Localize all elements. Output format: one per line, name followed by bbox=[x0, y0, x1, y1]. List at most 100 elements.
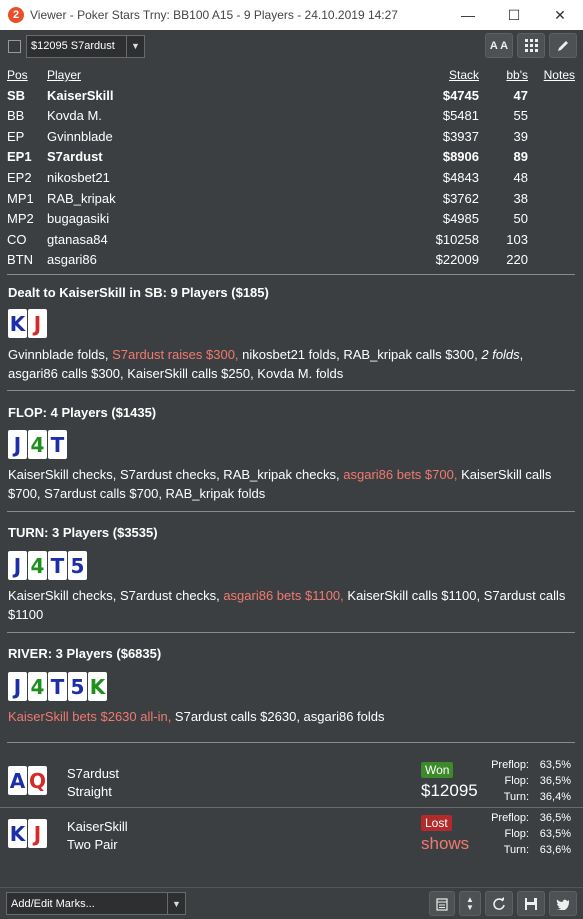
twitter-icon bbox=[556, 899, 569, 910]
chevron-down-icon[interactable]: ▼ bbox=[167, 893, 185, 914]
row-pos: BB bbox=[7, 108, 25, 124]
row-pos: SB bbox=[7, 87, 26, 103]
stepper-button[interactable]: ▲ ▼ bbox=[459, 891, 481, 916]
row-pos: EP1 bbox=[7, 149, 32, 165]
row-bbs: 220 bbox=[506, 252, 528, 268]
row-pos: MP2 bbox=[7, 211, 34, 227]
action-highlight: asgari86 bets $700, bbox=[343, 467, 458, 482]
header-notes[interactable]: Notes bbox=[544, 68, 575, 82]
card: 4 bbox=[28, 551, 47, 580]
row-player: bugagasiki bbox=[47, 211, 110, 227]
row-stack: $4843 bbox=[442, 169, 479, 185]
refresh-icon bbox=[493, 896, 505, 910]
table-row[interactable]: SB KaiserSkill $4745 47 bbox=[0, 85, 583, 106]
toolbar: $12095 S7ardust ▼ A A bbox=[0, 30, 583, 62]
row-bbs: 89 bbox=[513, 149, 528, 165]
card: J bbox=[28, 309, 47, 338]
table-row[interactable]: CO gtanasa84 $10258 103 bbox=[0, 229, 583, 250]
row-pos: EP2 bbox=[7, 169, 32, 185]
row-pos: MP1 bbox=[7, 190, 34, 206]
font-size-button[interactable]: A A bbox=[485, 33, 513, 58]
showdown-player: KaiserSkill bbox=[67, 819, 128, 834]
equity-value: 63,5% bbox=[539, 828, 571, 840]
calendar-button[interactable] bbox=[429, 891, 455, 916]
table-row[interactable]: MP2 bugagasiki $4985 50 bbox=[0, 208, 583, 229]
action-text: KaiserSkill bets $2630 all-in, S7ardust … bbox=[8, 707, 576, 726]
row-stack: $3762 bbox=[442, 190, 479, 206]
table-row[interactable]: EP Gvinnblade $3937 39 bbox=[0, 126, 583, 147]
table-row[interactable]: EP2 nikosbet21 $4843 48 bbox=[0, 167, 583, 188]
board-cards: J 4 T 5 bbox=[8, 551, 87, 580]
row-bbs: 103 bbox=[506, 231, 528, 247]
action-highlight: S7ardust raises $300, bbox=[112, 347, 239, 362]
row-player: S7ardust bbox=[47, 149, 103, 165]
table-row[interactable]: EP1 S7ardust $8906 89 bbox=[0, 146, 583, 167]
card: J bbox=[8, 672, 27, 701]
refresh-button[interactable] bbox=[485, 891, 513, 916]
row-player: nikosbet21 bbox=[47, 169, 110, 185]
card: J bbox=[8, 430, 27, 459]
row-stack: $22009 bbox=[435, 252, 479, 268]
street-title: TURN: 3 Players ($3535) bbox=[8, 525, 158, 540]
won-badge: Won bbox=[421, 762, 454, 778]
row-bbs: 38 bbox=[513, 190, 528, 206]
twitter-button[interactable] bbox=[549, 891, 577, 916]
header-pos[interactable]: Pos bbox=[7, 68, 28, 82]
table-row[interactable]: MP1 RAB_kripak $3762 38 bbox=[0, 188, 583, 209]
maximize-button[interactable]: ☐ bbox=[491, 0, 537, 30]
edit-button[interactable] bbox=[549, 33, 577, 58]
divider bbox=[7, 511, 575, 512]
table-row[interactable]: BB Kovda M. $5481 55 bbox=[0, 105, 583, 126]
row-stack: $3937 bbox=[442, 128, 479, 144]
action-part: Gvinnblade folds, bbox=[8, 347, 113, 362]
showdown-cards: K J bbox=[8, 819, 47, 848]
chevron-down-icon[interactable]: ▼ bbox=[466, 903, 474, 912]
calendar-icon bbox=[436, 897, 448, 911]
card: 5 bbox=[68, 672, 87, 701]
row-player: gtanasa84 bbox=[47, 231, 108, 247]
bottom-bar: Add/Edit Marks... ▼ ▲ ▼ bbox=[0, 887, 583, 919]
hole-cards: K J bbox=[8, 309, 47, 338]
card: K bbox=[8, 819, 27, 848]
equity-value: 36,5% bbox=[539, 812, 571, 824]
row-bbs: 50 bbox=[513, 211, 528, 227]
hero-checkbox[interactable] bbox=[8, 39, 21, 53]
action-italic: 2 folds bbox=[481, 347, 520, 362]
minimize-button[interactable]: — bbox=[445, 0, 491, 30]
row-stack: $5481 bbox=[442, 108, 479, 124]
lost-badge: Lost bbox=[421, 815, 452, 831]
player-select-value: $12095 S7ardust bbox=[31, 40, 115, 52]
equity-label: Preflop: bbox=[491, 759, 529, 771]
table-row[interactable]: BTN asgari86 $22009 220 bbox=[0, 249, 583, 270]
marks-select-value: Add/Edit Marks... bbox=[11, 897, 95, 910]
row-bbs: 48 bbox=[513, 169, 528, 185]
card: 4 bbox=[28, 430, 47, 459]
row-stack: $10258 bbox=[435, 231, 479, 247]
divider bbox=[7, 274, 575, 275]
row-bbs: 55 bbox=[513, 108, 528, 124]
row-player: RAB_kripak bbox=[47, 190, 116, 206]
street-title: RIVER: 3 Players ($6835) bbox=[8, 646, 162, 661]
card: T bbox=[48, 672, 67, 701]
chevron-down-icon[interactable]: ▼ bbox=[126, 35, 144, 57]
action-part: S7ardust calls $2630, asgari86 folds bbox=[171, 709, 385, 724]
equity-label: Turn: bbox=[503, 791, 529, 803]
row-player: Kovda M. bbox=[47, 108, 102, 124]
header-player[interactable]: Player bbox=[47, 68, 81, 82]
header-bbs[interactable]: bb's bbox=[506, 68, 528, 82]
save-button[interactable] bbox=[517, 891, 545, 916]
row-bbs: 39 bbox=[513, 128, 528, 144]
table-header: Pos Player Stack bb's Notes bbox=[0, 64, 583, 85]
pencil-icon bbox=[558, 40, 568, 51]
players-table: Pos Player Stack bb's Notes SB KaiserSki… bbox=[0, 64, 583, 270]
player-select[interactable]: $12095 S7ardust ▼ bbox=[26, 34, 145, 58]
equity-label: Flop: bbox=[504, 775, 529, 787]
equity-value: 36,4% bbox=[539, 791, 571, 803]
divider bbox=[7, 632, 575, 633]
marks-select[interactable]: Add/Edit Marks... ▼ bbox=[6, 892, 186, 915]
equity-label: Turn: bbox=[503, 844, 529, 856]
header-stack[interactable]: Stack bbox=[449, 68, 479, 82]
title-bar: 2 Viewer - Poker Stars Trny: BB100 A15 -… bbox=[0, 0, 583, 30]
close-button[interactable]: ✕ bbox=[537, 0, 583, 30]
grid-button[interactable] bbox=[517, 33, 545, 58]
